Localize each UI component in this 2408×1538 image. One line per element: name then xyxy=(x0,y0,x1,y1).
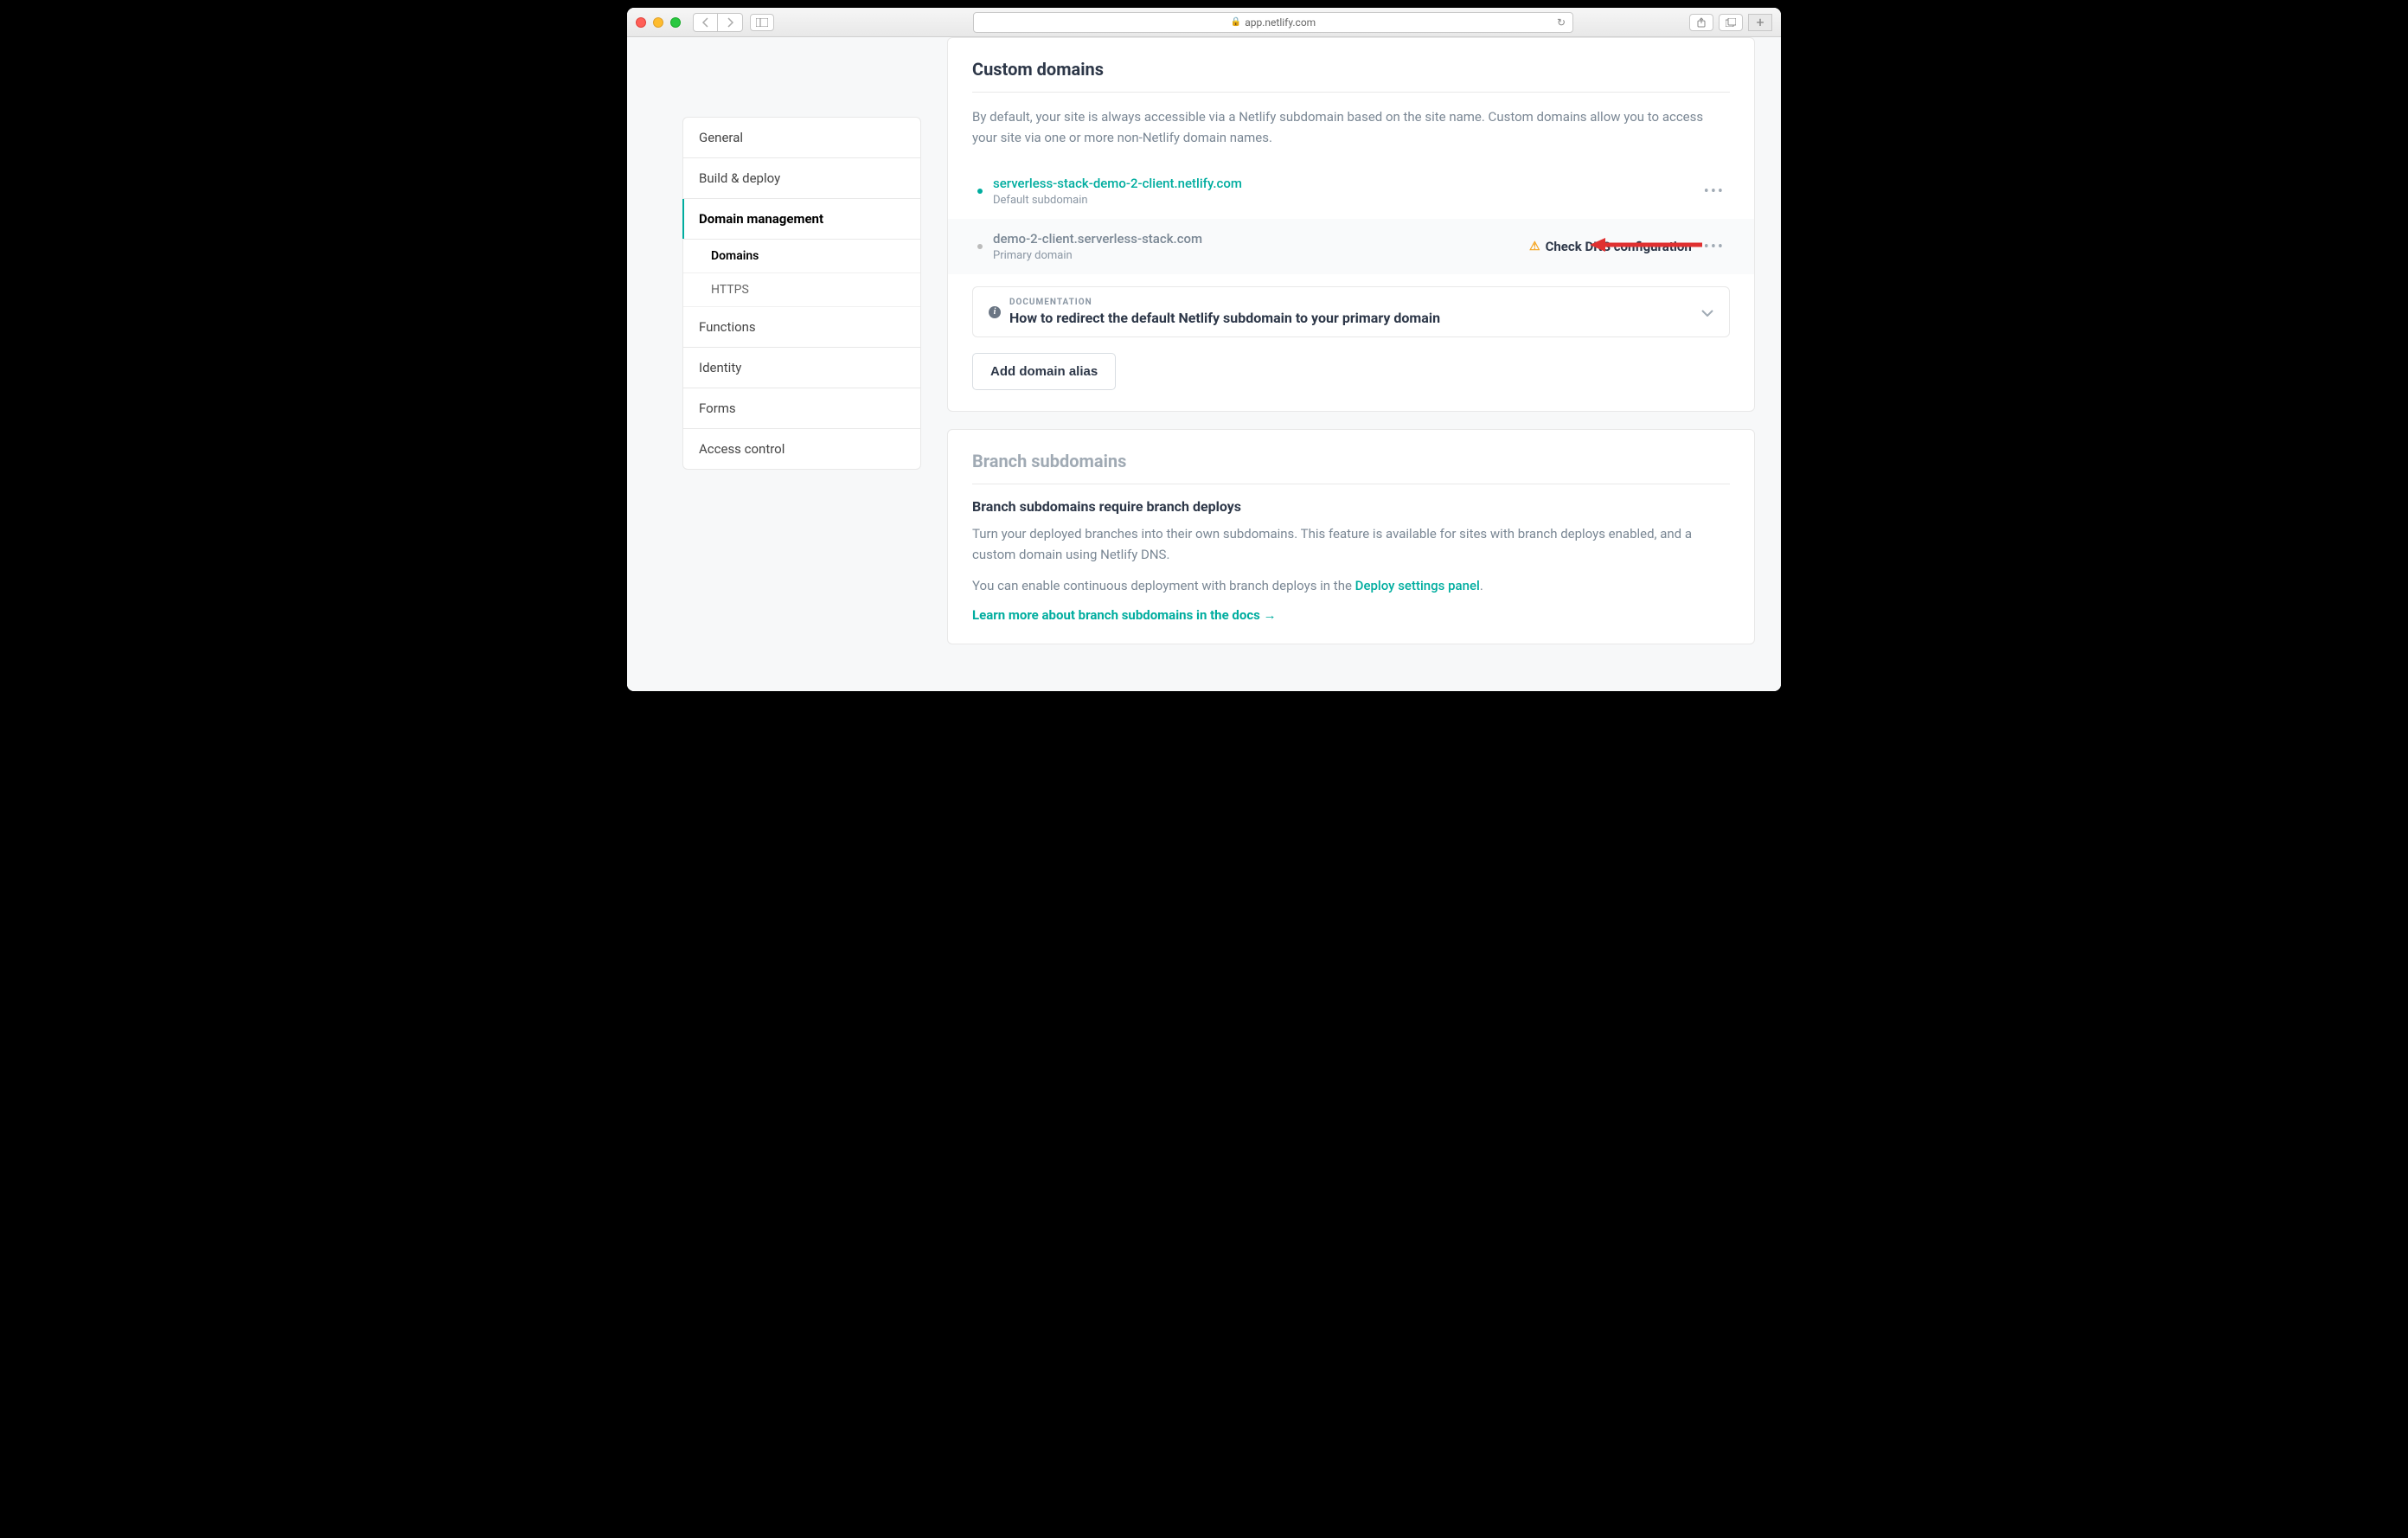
documentation-box[interactable]: i DOCUMENTATION How to redirect the defa… xyxy=(972,286,1730,337)
settings-sidebar: General Build & deploy Domain management… xyxy=(682,37,921,691)
sidebar-item-functions[interactable]: Functions xyxy=(683,307,920,348)
warning-icon: ⚠ xyxy=(1529,240,1540,253)
lock-icon: 🔒 xyxy=(1231,17,1241,27)
titlebar: 🔒 app.netlify.com ↻ + xyxy=(627,8,1781,37)
sidebar-item-domain-management[interactable]: Domain management xyxy=(683,199,920,240)
branch-subdomains-panel: Branch subdomains Branch subdomains requ… xyxy=(947,429,1755,644)
sidebar-sub-domains[interactable]: Domains xyxy=(683,240,920,273)
url-text: app.netlify.com xyxy=(1245,16,1316,29)
chevron-down-icon xyxy=(1701,304,1713,320)
add-domain-alias-button[interactable]: Add domain alias xyxy=(972,353,1116,390)
browser-window: 🔒 app.netlify.com ↻ + General Build & de… xyxy=(627,8,1781,691)
share-button[interactable] xyxy=(1689,14,1713,31)
branch-subtitle: Branch subdomains require branch deploys xyxy=(972,498,1730,515)
domain-row-primary: demo-2-client.serverless-stack.com Prima… xyxy=(948,219,1754,274)
sidebar-item-build-deploy[interactable]: Build & deploy xyxy=(683,158,920,199)
deploy-settings-link[interactable]: Deploy settings panel xyxy=(1355,578,1480,593)
panel-title: Branch subdomains xyxy=(972,451,1730,484)
annotation-arrow xyxy=(1590,236,1702,257)
sidebar-item-identity[interactable]: Identity xyxy=(683,348,920,388)
domain-sublabel: Default subdomain xyxy=(993,194,1704,207)
sidebar-toggle-button[interactable] xyxy=(750,14,774,31)
sidebar-sub-https[interactable]: HTTPS xyxy=(683,273,920,307)
more-options-button[interactable]: ••• xyxy=(1704,238,1725,256)
bullet-icon xyxy=(977,189,983,194)
arrow-right-icon: → xyxy=(1264,607,1277,623)
domain-row-default: serverless-stack-demo-2-client.netlify.c… xyxy=(972,163,1730,219)
address-bar[interactable]: 🔒 app.netlify.com ↻ xyxy=(973,12,1573,33)
branch-text-1: Turn your deployed branches into their o… xyxy=(972,523,1730,565)
domain-link[interactable]: demo-2-client.serverless-stack.com xyxy=(993,231,1529,247)
bullet-icon xyxy=(977,244,983,249)
reload-icon[interactable]: ↻ xyxy=(1557,16,1566,29)
sidebar-item-forms[interactable]: Forms xyxy=(683,388,920,429)
tabs-button[interactable] xyxy=(1719,14,1743,31)
back-button[interactable] xyxy=(694,14,718,31)
doc-label: DOCUMENTATION xyxy=(1009,298,1440,307)
info-icon: i xyxy=(989,306,1001,318)
custom-domains-panel: Custom domains By default, your site is … xyxy=(947,37,1755,412)
new-tab-button[interactable]: + xyxy=(1748,14,1772,31)
branch-text-2: You can enable continuous deployment wit… xyxy=(972,575,1730,596)
panel-description: By default, your site is always accessib… xyxy=(972,106,1730,148)
learn-more-link[interactable]: Learn more about branch subdomains in th… xyxy=(972,607,1277,623)
doc-title: How to redirect the default Netlify subd… xyxy=(1009,310,1440,326)
sidebar-item-access-control[interactable]: Access control xyxy=(683,429,920,469)
more-options-button[interactable]: ••• xyxy=(1704,183,1725,201)
forward-button[interactable] xyxy=(718,14,742,31)
panel-title: Custom domains xyxy=(972,59,1730,93)
domain-link[interactable]: serverless-stack-demo-2-client.netlify.c… xyxy=(993,176,1704,191)
window-minimize-button[interactable] xyxy=(653,17,663,28)
sidebar-item-general[interactable]: General xyxy=(683,118,920,158)
window-close-button[interactable] xyxy=(636,17,646,28)
domain-sublabel: Primary domain xyxy=(993,249,1529,262)
window-maximize-button[interactable] xyxy=(670,17,681,28)
